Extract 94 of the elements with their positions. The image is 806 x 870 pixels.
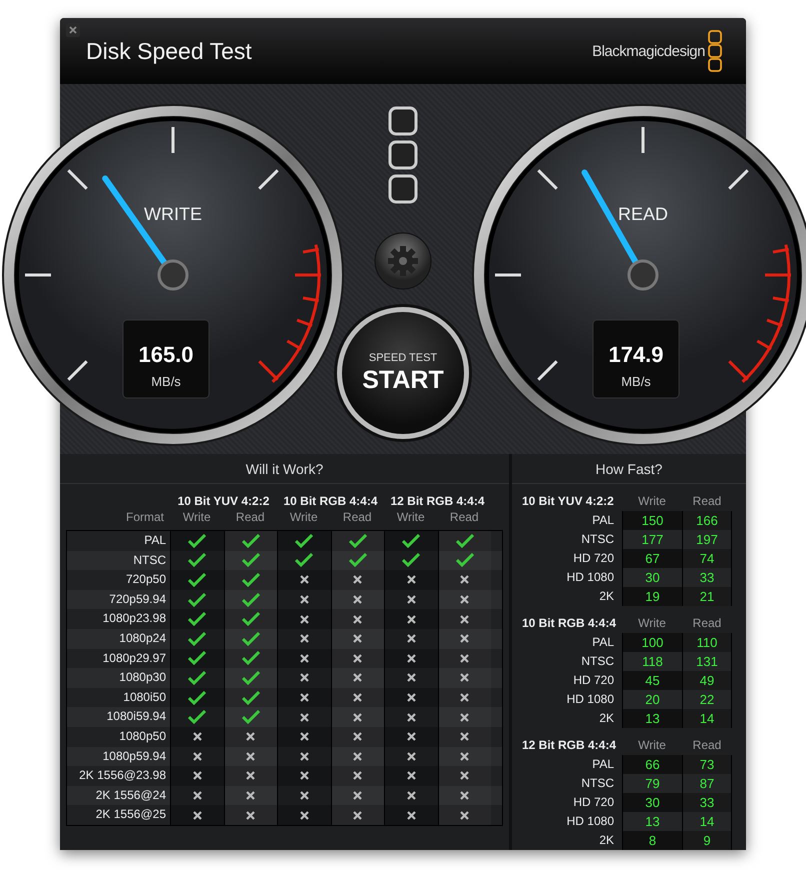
speed-cell: 79	[622, 774, 682, 793]
speed-cell: 67	[622, 549, 682, 568]
column-group-header: 10 Bit RGB 4:4:4	[282, 494, 379, 508]
speed-cell: 73	[682, 755, 732, 774]
format-label: PAL	[591, 634, 615, 651]
speed-cell: 197	[682, 530, 732, 549]
column-header: Read	[448, 510, 480, 524]
speed-cell: 30	[622, 793, 682, 812]
format-label: 1080p24	[118, 630, 167, 647]
speed-unit: MB/s	[151, 374, 181, 389]
column-group-header: 10 Bit YUV 4:2:2	[176, 494, 270, 508]
speed-cell: 166	[682, 511, 732, 530]
column-header: Read	[692, 616, 722, 630]
speed-cell: 30	[622, 568, 682, 587]
group-header: 12 Bit RGB 4:4:4	[522, 738, 618, 752]
group-header: 10 Bit RGB 4:4:4	[522, 616, 618, 630]
column-header: Format	[124, 510, 165, 524]
speed-cell: 14	[682, 812, 732, 831]
start-button[interactable]: SPEED TEST START	[337, 307, 469, 439]
speed-cell: 8	[622, 831, 682, 850]
format-label: HD 720	[572, 794, 615, 811]
column-header: Read	[342, 510, 373, 524]
column-header: Read	[692, 738, 722, 752]
speed-cell: 33	[682, 793, 732, 812]
squares-logo-icon	[708, 30, 722, 72]
column-group-header: 12 Bit RGB 4:4:4	[389, 494, 486, 508]
format-label: NTSC	[580, 775, 615, 792]
squares-logo-icon	[388, 106, 418, 204]
brand-logo-text: Blackmagicdesign	[592, 42, 705, 60]
format-label: HD 1080	[566, 813, 615, 830]
speed-cell: 87	[682, 774, 732, 793]
column-header: Write	[637, 738, 667, 752]
gauge-label: READ	[618, 204, 668, 224]
speed-cell: 131	[682, 652, 732, 671]
column-header: Read	[692, 494, 722, 508]
speed-cell: 14	[682, 709, 732, 728]
format-label: 1080p50	[118, 728, 167, 745]
speed-cell: 9	[682, 831, 732, 850]
format-label: 2K	[598, 832, 615, 849]
format-label: NTSC	[580, 653, 615, 670]
format-label: 2K	[598, 710, 615, 727]
format-label: HD 1080	[566, 569, 615, 586]
speed-cell: 66	[622, 755, 682, 774]
format-label: 1080p29.97	[102, 650, 167, 667]
speed-cell: 19	[622, 587, 682, 606]
format-label: 1080p23.98	[102, 610, 167, 628]
format-label: 720p50	[124, 571, 167, 588]
speed-cell: 74	[682, 549, 732, 568]
format-label: 720p59.94	[108, 590, 167, 608]
format-label: 2K	[598, 588, 615, 605]
settings-button[interactable]	[374, 232, 432, 290]
format-label: HD 1080	[566, 691, 615, 708]
speed-cell: 110	[682, 633, 732, 652]
section-title: How Fast?	[512, 454, 746, 484]
format-label: HD 720	[572, 550, 615, 567]
format-label: NTSC	[132, 552, 167, 569]
format-label: 2K 1556@24	[94, 786, 167, 804]
speed-unit: MB/s	[621, 374, 651, 389]
speed-value: 174.9	[608, 342, 664, 367]
speed-cell: 22	[682, 690, 732, 709]
column-header: Read	[234, 510, 266, 524]
column-header: Write	[637, 494, 667, 508]
speed-cell: 20	[622, 690, 682, 709]
column-header: Write	[182, 510, 212, 524]
format-label: 1080p59.94	[102, 748, 167, 765]
gauge-label: WRITE	[144, 204, 202, 224]
format-label: 1080i50	[122, 688, 167, 706]
group-header: 10 Bit YUV 4:2:2	[522, 494, 615, 508]
format-label: 2K 1556@25	[94, 806, 167, 824]
format-label: NTSC	[580, 531, 615, 548]
column-header: Write	[637, 616, 667, 630]
speed-cell: 33	[682, 568, 732, 587]
speed-cell: 49	[682, 671, 732, 690]
format-label: HD 720	[572, 672, 615, 689]
speed-cell: 177	[622, 530, 682, 549]
format-label: 2K 1556@23.98	[78, 767, 167, 784]
speed-cell: 45	[622, 671, 682, 690]
format-label: 1080p30	[118, 669, 167, 686]
section-title: Will it Work?	[60, 454, 509, 484]
speed-cell: 21	[682, 587, 732, 606]
format-label: 1080i59.94	[106, 708, 167, 726]
format-label: PAL	[591, 756, 615, 773]
speed-cell: 13	[622, 709, 682, 728]
column-header: Write	[288, 510, 319, 524]
format-label: PAL	[591, 512, 615, 529]
format-label: PAL	[143, 532, 167, 549]
speed-cell: 150	[622, 511, 682, 530]
close-icon[interactable]	[66, 23, 80, 37]
column-header: Write	[396, 510, 426, 524]
speed-value: 165.0	[138, 342, 194, 367]
speed-cell: 118	[622, 652, 682, 671]
speed-cell: 13	[622, 812, 682, 831]
speed-cell: 100	[622, 633, 682, 652]
window-title: Disk Speed Test	[86, 38, 253, 64]
